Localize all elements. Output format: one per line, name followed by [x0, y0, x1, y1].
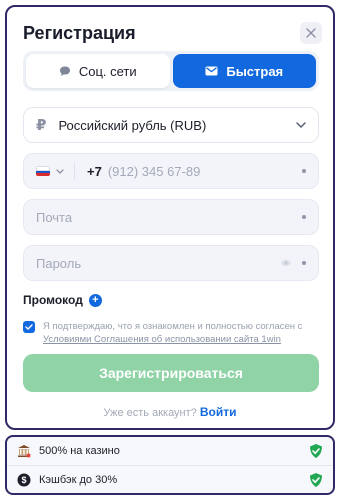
bonus-panel: 500% на казино $ Кэшбэк до 30%	[5, 435, 335, 495]
bonus-label: 500% на казино	[39, 445, 120, 457]
required-dot	[302, 215, 306, 219]
shield-check-icon	[310, 472, 322, 487]
russia-flag-icon[interactable]	[36, 166, 50, 176]
required-dot	[302, 261, 306, 265]
tab-social[interactable]: Соц. сети	[26, 54, 170, 88]
phone-code: +7	[87, 163, 102, 179]
promo-toggle[interactable]: Промокод +	[23, 293, 102, 307]
plus-icon[interactable]: +	[88, 293, 102, 307]
close-icon	[306, 28, 316, 38]
page-title: Регистрация	[23, 23, 136, 43]
phone-input[interactable]: (912) 345 67-89	[108, 164, 201, 179]
bonus-item: 500% на казино	[7, 437, 333, 465]
password-input[interactable]: Пароль	[36, 256, 81, 271]
registration-card: Регистрация Соц. сети Быстрая ₽ Российск…	[5, 5, 335, 430]
cashback-icon: $	[17, 473, 31, 487]
agreement-text: Я подтверждаю, что я ознакомлен и полнос…	[43, 320, 319, 346]
tab-fast[interactable]: Быстрая	[172, 54, 316, 88]
terms-link[interactable]: Условиями Соглашения об использовании са…	[43, 334, 281, 345]
check-icon	[25, 324, 33, 330]
currency-value: Российский рубль (RUB)	[58, 117, 207, 133]
registration-tabs: Соц. сети Быстрая	[23, 51, 319, 91]
promo-label: Промокод	[23, 293, 83, 307]
register-button[interactable]: Зарегистрироваться	[23, 354, 319, 392]
agreement-checkbox[interactable]	[23, 321, 35, 333]
login-link[interactable]: Войти	[200, 405, 237, 419]
chevron-down-icon[interactable]	[56, 168, 64, 174]
shield-check-icon	[310, 444, 322, 458]
login-row: Уже есть аккаунт? Войти	[7, 405, 333, 419]
phone-divider	[74, 162, 75, 180]
bonus-label: Кэшбэк до 30%	[39, 473, 118, 486]
agreement-row: Я подтверждаю, что я ознакомлен и полнос…	[23, 320, 319, 346]
tab-fast-label: Быстрая	[226, 63, 284, 79]
required-dot	[302, 169, 306, 173]
eye-icon[interactable]	[280, 259, 292, 267]
casino-icon	[17, 444, 31, 458]
close-button[interactable]	[300, 22, 322, 44]
login-prompt: Уже есть аккаунт?	[103, 407, 197, 419]
password-field[interactable]: Пароль	[23, 245, 319, 281]
bonus-item: $ Кэшбэк до 30%	[7, 465, 333, 493]
currency-select[interactable]: ₽ Российский рубль (RUB)	[23, 107, 319, 143]
email-input[interactable]: Почта	[36, 210, 72, 225]
mail-icon	[205, 66, 218, 76]
chat-icon	[59, 66, 70, 76]
phone-field[interactable]: +7 (912) 345 67-89	[23, 153, 319, 189]
chevron-down-icon	[296, 122, 306, 128]
agreement-statement: Я подтверждаю, что я ознакомлен и полнос…	[43, 321, 303, 332]
ruble-icon: ₽	[36, 117, 47, 134]
email-field[interactable]: Почта	[23, 199, 319, 235]
svg-text:$: $	[21, 475, 26, 485]
tab-social-label: Соц. сети	[78, 63, 137, 79]
